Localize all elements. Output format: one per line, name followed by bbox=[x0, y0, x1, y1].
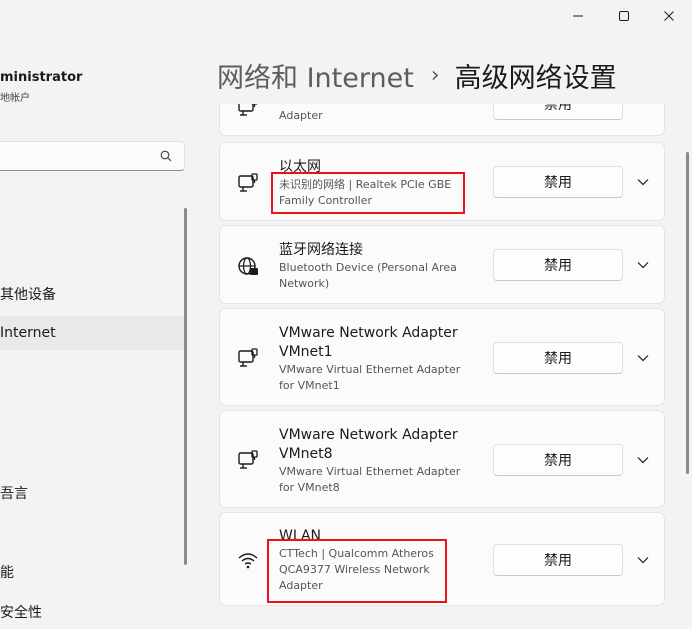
sidebar-item-other-devices[interactable]: 其他设备 bbox=[0, 277, 184, 311]
disable-button[interactable]: 禁用 bbox=[493, 249, 623, 281]
sidebar-item-label: 其他设备 bbox=[0, 287, 56, 303]
highlight-box-wlan bbox=[267, 539, 447, 603]
page-title: 网络和 Internet › 高级网络设置 bbox=[217, 56, 617, 95]
chevron-down-icon[interactable] bbox=[636, 258, 650, 272]
adapter-name: VMnet1 bbox=[279, 344, 333, 360]
ethernet-icon bbox=[236, 346, 260, 370]
account-type: 地帐户 bbox=[0, 93, 30, 104]
search-icon bbox=[160, 150, 172, 162]
adapter-card[interactable]: VMware Network Adapter VMnet8 VMware Vir… bbox=[219, 410, 665, 508]
breadcrumb-parent[interactable]: 网络和 Internet bbox=[217, 56, 414, 95]
minimize-button[interactable] bbox=[555, 0, 601, 32]
close-button[interactable] bbox=[646, 0, 692, 32]
adapter-description: Bluetooth Device (Personal Area bbox=[279, 261, 457, 274]
close-icon bbox=[664, 11, 674, 21]
search-input[interactable] bbox=[0, 141, 185, 171]
globe-icon bbox=[236, 254, 260, 278]
adapter-name: VMnet8 bbox=[279, 446, 333, 462]
sidebar-scrollbar[interactable] bbox=[184, 208, 187, 565]
chevron-down-icon[interactable] bbox=[636, 453, 650, 467]
adapter-name: VMware Network Adapter bbox=[279, 325, 458, 341]
maximize-button[interactable] bbox=[601, 0, 647, 32]
adapter-description: VMware Virtual Ethernet Adapter bbox=[279, 465, 461, 478]
breadcrumb-separator-icon: › bbox=[430, 63, 440, 88]
disable-button[interactable]: 禁用 bbox=[493, 444, 623, 476]
ethernet-icon bbox=[236, 448, 260, 472]
disable-button[interactable]: 禁用 bbox=[493, 104, 623, 120]
breadcrumb-current: 高级网络设置 bbox=[454, 63, 617, 94]
disable-button[interactable]: 禁用 bbox=[493, 342, 623, 374]
adapter-card[interactable]: VMware Network Adapter VMnet1 VMware Vir… bbox=[219, 308, 665, 406]
sidebar-item-accessibility[interactable]: 能 bbox=[0, 555, 184, 589]
adapter-description: for VMnet1 bbox=[279, 379, 340, 392]
adapter-name: VMware Network Adapter bbox=[279, 427, 458, 443]
highlight-box-ethernet bbox=[271, 172, 465, 214]
adapter-description: Adapter bbox=[279, 109, 323, 122]
ethernet-icon bbox=[236, 104, 260, 119]
wifi-icon bbox=[236, 548, 260, 572]
chevron-down-icon[interactable] bbox=[636, 175, 650, 189]
adapter-description: for VMnet8 bbox=[279, 481, 340, 494]
adapter-description: VMware Virtual Ethernet Adapter bbox=[279, 363, 461, 376]
sidebar-item-network-internet[interactable]: Internet bbox=[0, 316, 184, 350]
adapter-card[interactable]: Adapter 禁用 bbox=[219, 104, 665, 136]
sidebar-item-privacy-security[interactable]: 安全性 bbox=[0, 595, 184, 629]
disable-button[interactable]: 禁用 bbox=[493, 544, 623, 576]
minimize-icon bbox=[573, 15, 583, 17]
chevron-down-icon[interactable] bbox=[636, 553, 650, 567]
sidebar-item-time-language[interactable]: 吾言 bbox=[0, 476, 184, 510]
adapter-description: Network) bbox=[279, 277, 330, 290]
chevron-down-icon[interactable] bbox=[636, 351, 650, 365]
adapter-card[interactable]: 蓝牙网络连接 Bluetooth Device (Personal Area N… bbox=[219, 225, 665, 304]
sidebar-item-label: Internet bbox=[0, 325, 56, 341]
account-name: ministrator bbox=[0, 70, 83, 85]
adapter-name: 蓝牙网络连接 bbox=[279, 242, 363, 258]
sidebar-item-label: 安全性 bbox=[0, 605, 42, 621]
disable-button[interactable]: 禁用 bbox=[493, 166, 623, 198]
sidebar-item-label: 能 bbox=[0, 565, 14, 581]
sidebar-item-label: 吾言 bbox=[0, 486, 28, 502]
content-scrollbar[interactable] bbox=[686, 152, 689, 474]
ethernet-icon bbox=[236, 171, 260, 195]
maximize-icon bbox=[619, 11, 629, 21]
